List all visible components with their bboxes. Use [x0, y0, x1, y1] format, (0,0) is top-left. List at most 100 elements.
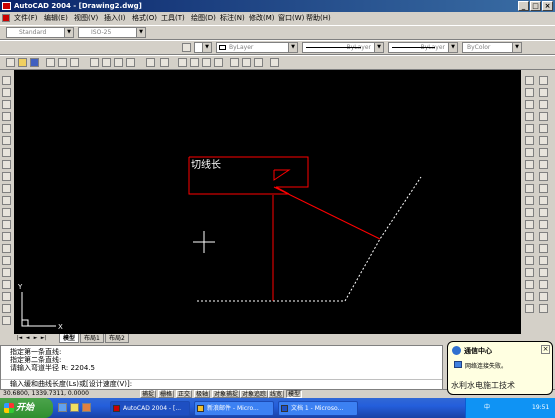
layer-state-select[interactable]: ▼ [194, 42, 212, 53]
menu-view[interactable]: 视图(V) [74, 12, 98, 25]
draw-tool-icon[interactable] [2, 304, 11, 313]
copy-icon[interactable] [102, 58, 111, 67]
model-toggle[interactable]: 模型 [286, 390, 303, 398]
modify-tool-icon[interactable] [525, 304, 534, 313]
modify-tool-icon[interactable] [539, 100, 548, 109]
tab-model[interactable]: 模型 [59, 334, 80, 343]
plot-style-select[interactable]: ByColor ▼ [462, 42, 522, 53]
save-icon[interactable] [30, 58, 39, 67]
dropdown-arrow-icon[interactable]: ▼ [64, 28, 73, 37]
title-bar[interactable]: AutoCAD 2004 - [Drawing2.dwg] _ □ × [0, 0, 555, 12]
draw-tool-icon[interactable] [2, 268, 11, 277]
modify-tool-icon[interactable] [539, 124, 548, 133]
last-tab-icon[interactable]: ►| [40, 335, 47, 342]
modify-tool-icon[interactable] [525, 100, 534, 109]
zoom-window-icon[interactable] [202, 58, 211, 67]
paste-icon[interactable] [114, 58, 123, 67]
ime-indicator[interactable]: 中 [484, 398, 490, 418]
modify-tool-icon[interactable] [525, 76, 534, 85]
close-icon[interactable]: × [541, 345, 550, 354]
modify-tool-icon[interactable] [539, 268, 548, 277]
tab-layout1[interactable]: 布局1 [80, 334, 104, 343]
draw-tool-icon[interactable] [2, 244, 11, 253]
task-word[interactable]: 文档 1 - Microso... [278, 401, 358, 416]
menu-insert[interactable]: 插入(I) [104, 12, 126, 25]
linetype-select[interactable]: ByLayer ▼ [302, 42, 384, 53]
modify-tool-icon[interactable] [525, 88, 534, 97]
help-icon[interactable] [270, 58, 279, 67]
first-tab-icon[interactable]: |◄ [16, 335, 23, 342]
osnap-toggle[interactable]: 对象捕捉 [212, 390, 241, 398]
grid-toggle[interactable]: 栅格 [158, 390, 175, 398]
prev-tab-icon[interactable]: ◄ [24, 335, 31, 342]
modify-tool-icon[interactable] [539, 88, 548, 97]
modify-tool-icon[interactable] [539, 160, 548, 169]
snap-toggle[interactable]: 捕捉 [140, 390, 157, 398]
dashed-alignment-line[interactable] [197, 176, 422, 302]
modify-tool-icon[interactable] [525, 184, 534, 193]
modify-tool-icon[interactable] [525, 196, 534, 205]
menu-tools[interactable]: 工具(T) [161, 12, 185, 25]
draw-tool-icon[interactable] [2, 136, 11, 145]
modify-tool-icon[interactable] [539, 196, 548, 205]
cut-icon[interactable] [90, 58, 99, 67]
modify-tool-icon[interactable] [539, 184, 548, 193]
draw-tool-icon[interactable] [2, 208, 11, 217]
text-style-select[interactable]: Standard ▼ [6, 27, 74, 38]
modify-tool-icon[interactable] [525, 244, 534, 253]
task-autocad[interactable]: AutoCAD 2004 - [... [110, 401, 190, 416]
start-button[interactable]: 开始 [0, 398, 53, 418]
clock[interactable]: 19:51 [532, 398, 549, 418]
draw-tool-icon[interactable] [2, 292, 11, 301]
menu-window[interactable]: 窗口(W) [278, 12, 304, 25]
dim-style-select[interactable]: ISO-25 ▼ [78, 27, 146, 38]
modify-tool-icon[interactable] [539, 136, 548, 145]
notification-balloon[interactable]: 通信中心 × 网络连接失败。 水利水电施工技术 [447, 341, 553, 395]
tangent-red-line[interactable] [273, 186, 381, 240]
dropdown-arrow-icon[interactable]: ▼ [448, 43, 457, 52]
draw-tool-icon[interactable] [2, 256, 11, 265]
document-icon[interactable] [2, 14, 10, 22]
tab-layout2[interactable]: 布局2 [105, 334, 129, 343]
dropdown-arrow-icon[interactable]: ▼ [136, 28, 145, 37]
draw-tool-icon[interactable] [2, 124, 11, 133]
modify-tool-icon[interactable] [539, 256, 548, 265]
new-icon[interactable] [6, 58, 15, 67]
modify-tool-icon[interactable] [539, 232, 548, 241]
dropdown-arrow-icon[interactable]: ▼ [374, 43, 383, 52]
minimize-button[interactable]: _ [518, 1, 529, 11]
menu-dimension[interactable]: 标注(N) [220, 12, 245, 25]
draw-tool-icon[interactable] [2, 184, 11, 193]
draw-tool-icon[interactable] [2, 148, 11, 157]
tool-palettes-icon[interactable] [254, 58, 263, 67]
modify-tool-icon[interactable] [539, 244, 548, 253]
open-icon[interactable] [18, 58, 27, 67]
next-tab-icon[interactable]: ► [32, 335, 39, 342]
properties-icon[interactable] [230, 58, 239, 67]
draw-tool-icon[interactable] [2, 280, 11, 289]
quicklaunch-ie-icon[interactable] [70, 403, 79, 412]
color-select[interactable]: ByLayer ▼ [216, 42, 298, 53]
draw-tool-icon[interactable] [2, 112, 11, 121]
draw-tool-icon[interactable] [2, 100, 11, 109]
draw-tool-icon[interactable] [2, 232, 11, 241]
redo-icon[interactable] [160, 58, 169, 67]
draw-tool-icon[interactable] [2, 316, 11, 325]
layers-icon[interactable] [182, 43, 191, 52]
quicklaunch-desktop-icon[interactable] [58, 403, 67, 412]
lineweight-select[interactable]: ByLayer ▼ [388, 42, 458, 53]
menu-modify[interactable]: 修改(M) [249, 12, 275, 25]
coordinate-display[interactable]: 30.6800, 1339.7311, 0.0000 [3, 390, 89, 398]
dropdown-arrow-icon[interactable]: ▼ [512, 43, 521, 52]
menu-help[interactable]: 帮助(H) [306, 12, 331, 25]
modify-tool-icon[interactable] [525, 148, 534, 157]
modify-tool-icon[interactable] [539, 292, 548, 301]
task-mail[interactable]: 新浪邮件 - Micro... [194, 401, 274, 416]
draw-tool-icon[interactable] [2, 196, 11, 205]
modify-tool-icon[interactable] [525, 160, 534, 169]
modify-tool-icon[interactable] [525, 208, 534, 217]
modify-tool-icon[interactable] [525, 280, 534, 289]
modify-tool-icon[interactable] [525, 136, 534, 145]
modify-tool-icon[interactable] [539, 280, 548, 289]
menu-format[interactable]: 格式(O) [132, 12, 157, 25]
